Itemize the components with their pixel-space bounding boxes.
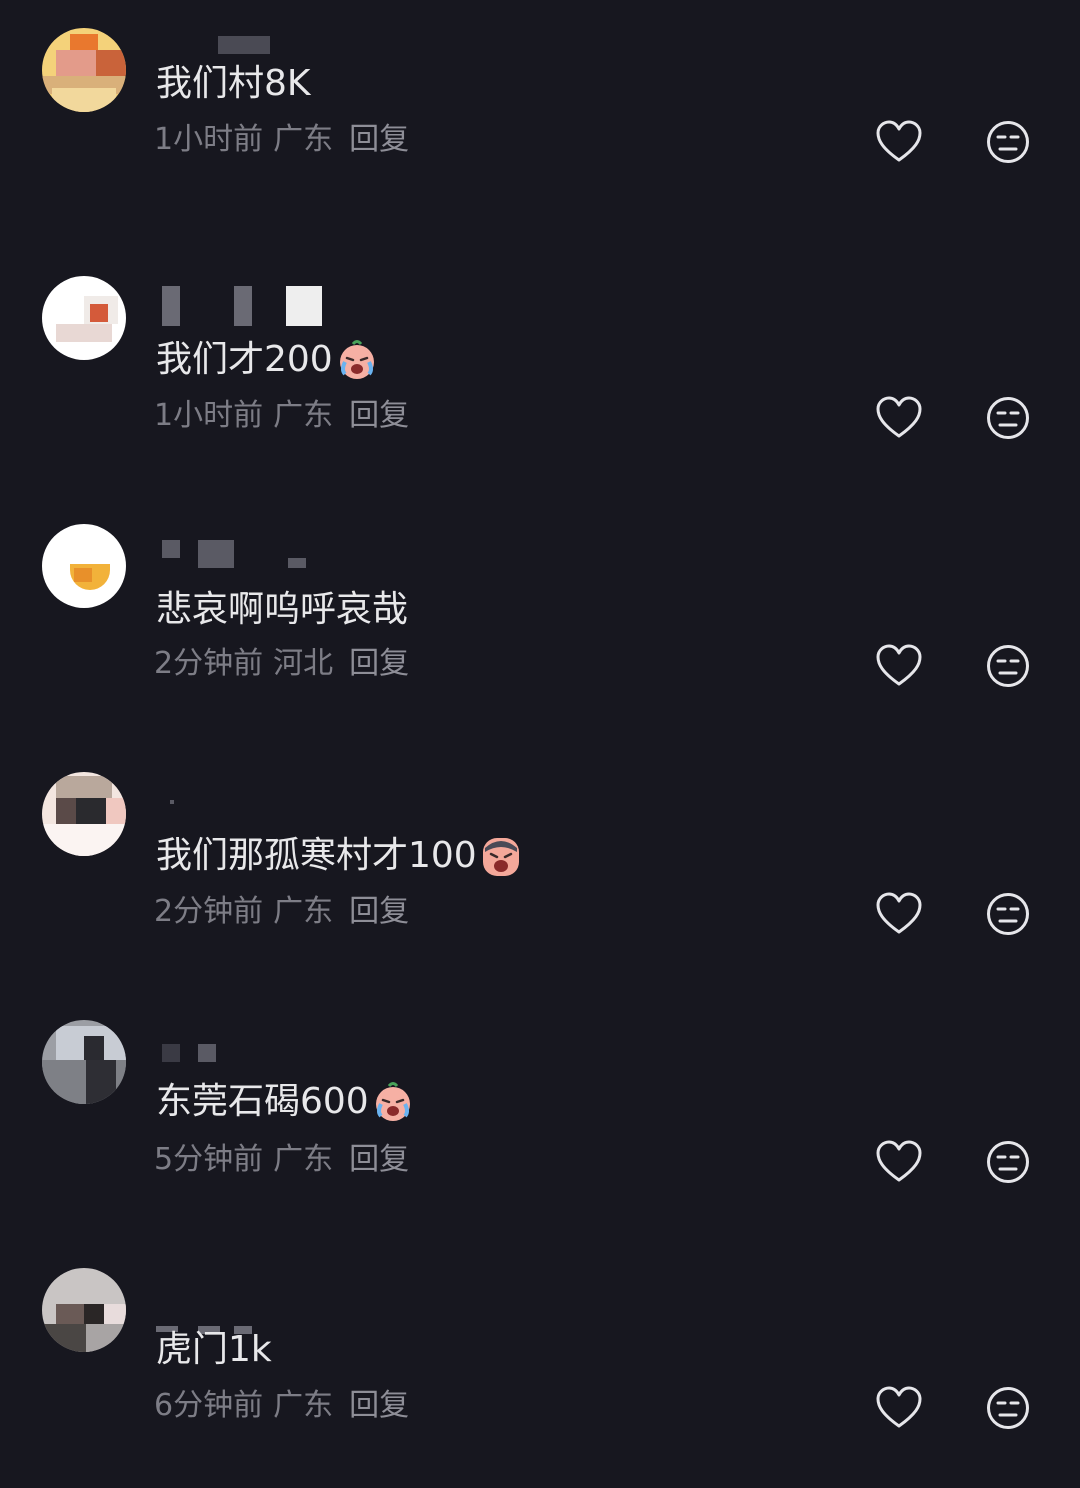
- comment-meta: 1小时前 广东 回复: [154, 396, 419, 436]
- heart-icon[interactable]: [876, 1386, 922, 1430]
- comment-location: 河北: [273, 646, 334, 681]
- comment-meta: 2分钟前 广东 回复: [154, 892, 419, 932]
- comment-item: 虎门1k 6分钟前 广东 回复: [0, 1240, 1080, 1488]
- comment-text: 我们那孤寒村才100: [156, 834, 523, 878]
- reply-button[interactable]: 回复: [349, 398, 409, 433]
- heart-icon[interactable]: [876, 396, 922, 440]
- comment-item: 我们那孤寒村才100 2分钟前 广东 回复: [0, 744, 1080, 992]
- heart-icon[interactable]: [876, 1140, 922, 1184]
- meh-face-icon[interactable]: [986, 1386, 1030, 1430]
- avatar[interactable]: [42, 28, 126, 112]
- comment-location: 广东: [273, 1388, 334, 1423]
- avatar[interactable]: [42, 524, 126, 608]
- comment-item: 悲哀啊呜呼哀哉 2分钟前 河北 回复: [0, 496, 1080, 744]
- reply-button[interactable]: 回复: [349, 1388, 409, 1423]
- avatar[interactable]: [42, 1020, 126, 1104]
- crying-face-icon: [375, 1082, 410, 1121]
- comment-time: 2分钟前: [154, 894, 264, 929]
- comment-time: 6分钟前: [154, 1388, 264, 1423]
- comment-meta: 1小时前 广东 回复: [154, 120, 419, 160]
- comment-location: 广东: [273, 1142, 334, 1177]
- comment-time: 2分钟前: [154, 646, 264, 681]
- meh-face-icon[interactable]: [986, 396, 1030, 440]
- comment-location: 广东: [273, 398, 334, 433]
- username-redacted[interactable]: [156, 1270, 356, 1334]
- comment-time: 1小时前: [154, 398, 264, 433]
- comment-time: 5分钟前: [154, 1142, 264, 1177]
- comment-time: 1小时前: [154, 122, 264, 157]
- comment-text: 悲哀啊呜呼哀哉: [156, 589, 409, 630]
- username-redacted[interactable]: [156, 1022, 356, 1062]
- comment-meta: 5分钟前 广东 回复: [154, 1140, 419, 1180]
- screaming-face-icon: [482, 838, 519, 876]
- comment-text: 虎门1k: [156, 1329, 272, 1370]
- avatar[interactable]: [42, 276, 126, 360]
- avatar[interactable]: [42, 1268, 126, 1352]
- heart-icon[interactable]: [876, 644, 922, 688]
- comment-text: 东莞石碣600: [156, 1080, 415, 1124]
- comment-location: 广东: [273, 122, 334, 157]
- comment-item: 我们村8K 1小时前 广东 回复: [0, 0, 1080, 248]
- username-redacted[interactable]: [156, 774, 356, 804]
- meh-face-icon[interactable]: [986, 1140, 1030, 1184]
- comment-item: 东莞石碣600 5分钟前 广东 回复: [0, 992, 1080, 1240]
- comment-location: 广东: [273, 894, 334, 929]
- crying-face-icon: [339, 340, 374, 379]
- heart-icon[interactable]: [876, 892, 922, 936]
- username-redacted[interactable]: [156, 30, 356, 56]
- comment-text: 我们才200: [156, 338, 379, 382]
- heart-icon[interactable]: [876, 120, 922, 164]
- meh-face-icon[interactable]: [986, 120, 1030, 164]
- reply-button[interactable]: 回复: [349, 894, 409, 929]
- comment-meta: 6分钟前 广东 回复: [154, 1386, 419, 1426]
- username-redacted[interactable]: [156, 526, 356, 568]
- meh-face-icon[interactable]: [986, 892, 1030, 936]
- meh-face-icon[interactable]: [986, 644, 1030, 688]
- reply-button[interactable]: 回复: [349, 1142, 409, 1177]
- avatar[interactable]: [42, 772, 126, 856]
- comment-item: 我们才200 1小时前 广东 回复: [0, 248, 1080, 496]
- comment-text: 我们村8K: [156, 63, 311, 104]
- username-redacted[interactable]: [156, 278, 356, 326]
- reply-button[interactable]: 回复: [349, 122, 409, 157]
- reply-button[interactable]: 回复: [349, 646, 409, 681]
- comment-meta: 2分钟前 河北 回复: [154, 644, 419, 684]
